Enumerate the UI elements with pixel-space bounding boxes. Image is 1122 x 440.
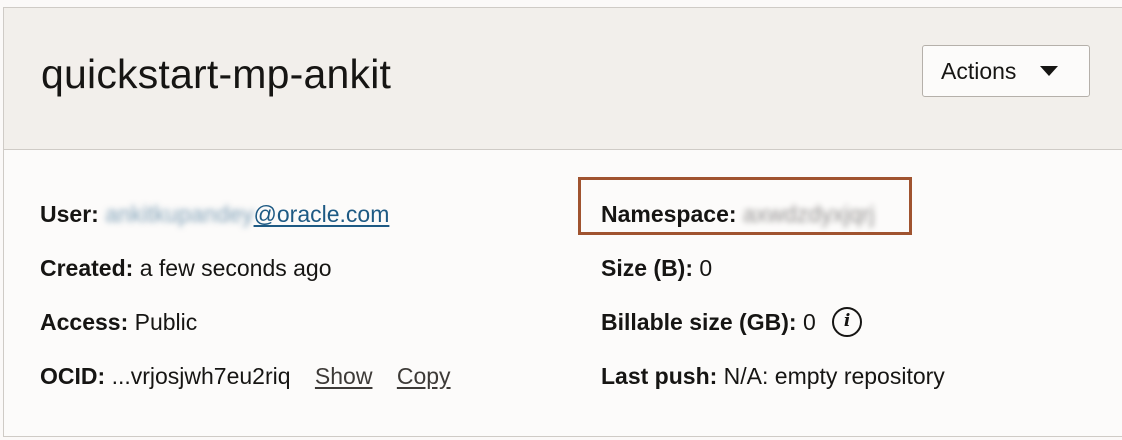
created-row: Created: a few seconds ago [40, 253, 332, 283]
size-value: 0 [699, 255, 713, 281]
actions-button-label: Actions [941, 57, 1017, 84]
created-value: a few seconds ago [139, 255, 332, 281]
ocid-row: OCID: ...vrjosjwh7eu2riq Show Copy [40, 361, 451, 391]
ocid-copy-link[interactable]: Copy [397, 363, 451, 389]
billable-size-value: 0 [802, 309, 816, 335]
actions-button[interactable]: Actions [922, 45, 1090, 97]
card-header: quickstart-mp-ankit Actions [4, 8, 1122, 150]
info-icon[interactable]: i [832, 306, 863, 337]
user-label: User: [40, 201, 99, 227]
size-label: Size (B): [601, 255, 693, 281]
user-email-link[interactable]: ankitkupandey@oracle.com [105, 201, 389, 227]
access-row: Access: Public [40, 307, 197, 337]
billable-size-row: Billable size (GB): 0 i [601, 306, 863, 339]
last-push-value: N/A: empty repository [723, 363, 945, 389]
user-row: User: ankitkupandey@oracle.com [40, 199, 389, 229]
created-label: Created: [40, 255, 134, 281]
last-push-row: Last push: N/A: empty repository [601, 361, 945, 391]
user-email-obscured: ankitkupandey [105, 201, 254, 227]
size-row: Size (B): 0 [601, 253, 712, 283]
ocid-value: ...vrjosjwh7eu2riq [111, 363, 291, 389]
access-label: Access: [40, 309, 129, 335]
page: quickstart-mp-ankit Actions User: ankitk… [0, 0, 1122, 440]
namespace-row: Namespace: axwdzdyxjqrj [601, 199, 875, 229]
ocid-label: OCID: [40, 363, 106, 389]
namespace-label: Namespace: [601, 201, 737, 227]
user-email-domain: @oracle.com [253, 201, 390, 227]
ocid-show-link[interactable]: Show [315, 363, 373, 389]
namespace-value-obscured: axwdzdyxjqrj [742, 201, 875, 227]
billable-size-label: Billable size (GB): [601, 309, 797, 335]
page-title: quickstart-mp-ankit [41, 51, 392, 97]
last-push-label: Last push: [601, 363, 718, 389]
caret-down-icon [1040, 66, 1059, 76]
access-value: Public [134, 309, 198, 335]
